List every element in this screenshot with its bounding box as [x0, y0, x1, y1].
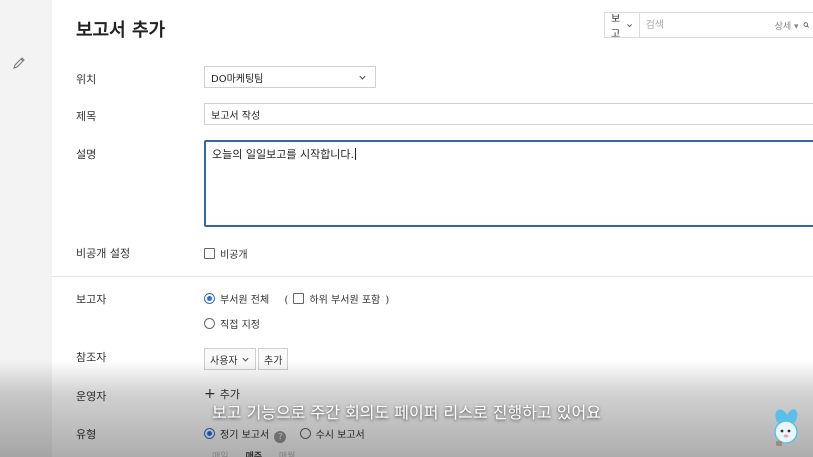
title-input-value: 보고서 작성 — [211, 110, 261, 122]
operator-add-label: 추가 — [219, 388, 240, 401]
period-tabs: 매일 매주 매월 — [212, 449, 295, 457]
search-input[interactable] — [639, 13, 771, 37]
operator-add-button[interactable]: + 추가 — [204, 386, 240, 402]
search-icon[interactable] — [803, 18, 809, 32]
reporter-sub-open: ( — [284, 295, 289, 306]
reporter-all-label: 부서원 전체 — [220, 295, 270, 306]
description-textarea[interactable]: 오늘의 일일보고를 시작합니다. — [204, 140, 813, 227]
private-checkbox[interactable] — [204, 248, 215, 259]
type-regular-radio[interactable] — [204, 428, 215, 439]
reporter-all-option[interactable]: 부서원 전체 ( 하위 부서원 포함 ) — [204, 291, 389, 306]
description-text: 오늘의 일일보고를 시작합니다. — [212, 148, 355, 161]
private-option[interactable]: 비공개 — [204, 246, 248, 261]
chevron-down-icon — [626, 23, 632, 27]
reference-add-button[interactable]: 추가 — [258, 348, 289, 370]
pencil-icon[interactable] — [12, 56, 26, 70]
operator-label: 운영자 — [76, 390, 107, 403]
reporter-sub-close: ) — [385, 295, 390, 306]
reporter-direct-radio[interactable] — [204, 318, 215, 329]
search-detail-button[interactable]: 상세 ▾ — [771, 19, 803, 32]
reference-user-select-value: 사용자 — [210, 355, 238, 367]
reporter-all-radio[interactable] — [204, 293, 215, 304]
include-sub-label: 하위 부서원 포함 — [309, 295, 381, 306]
chevron-down-icon — [242, 357, 249, 362]
tab-weekly[interactable]: 매주 — [245, 452, 262, 457]
type-adhoc-label: 수시 보고서 — [315, 430, 365, 441]
type-regular-label: 정기 보고서 — [220, 430, 270, 441]
private-checkbox-label: 비공개 — [220, 250, 248, 261]
title-label: 제목 — [76, 110, 97, 123]
tab-monthly[interactable]: 매월 — [279, 452, 296, 457]
type-options: 정기 보고서 ? 수시 보고서 — [204, 426, 365, 443]
location-label: 위치 — [76, 73, 97, 86]
reporter-direct-label: 직접 지정 — [220, 320, 260, 331]
reference-user-select[interactable]: 사용자 — [204, 348, 256, 370]
reporter-label: 보고자 — [76, 293, 107, 306]
tab-daily[interactable]: 매일 — [212, 452, 229, 457]
title-input[interactable]: 보고서 작성 — [204, 103, 813, 125]
reporter-direct-option[interactable]: 직접 지정 — [204, 316, 260, 331]
include-sub-checkbox[interactable] — [293, 293, 305, 304]
text-caret — [355, 148, 357, 160]
plus-icon: + — [204, 386, 216, 402]
type-label: 유형 — [76, 428, 97, 441]
page-title: 보고서 추가 — [76, 20, 166, 41]
section-divider — [52, 276, 813, 277]
private-label: 비공개 설정 — [76, 247, 131, 260]
top-search-bar: 보고 상세 ▾ — [604, 12, 813, 40]
main-content: 보고서 추가 보고 상세 ▾ 위치 DO마케팅팀 제목 보고서 작성 설명 오늘… — [52, 0, 813, 457]
reference-label: 참조자 — [76, 351, 107, 364]
reference-add-label: 추가 — [264, 355, 283, 367]
chevron-down-icon — [359, 75, 366, 80]
type-adhoc-radio[interactable] — [299, 428, 311, 439]
location-select[interactable]: DO마케팅팀 — [204, 66, 376, 88]
location-select-value: DO마케팅팀 — [211, 73, 264, 85]
description-label: 설명 — [76, 148, 97, 161]
mascot-icon — [774, 409, 798, 446]
search-scope-select[interactable]: 보고 — [605, 13, 640, 40]
help-icon[interactable]: ? — [274, 431, 287, 443]
search-scope-label: 보고 — [611, 14, 621, 40]
left-rail — [0, 0, 52, 457]
